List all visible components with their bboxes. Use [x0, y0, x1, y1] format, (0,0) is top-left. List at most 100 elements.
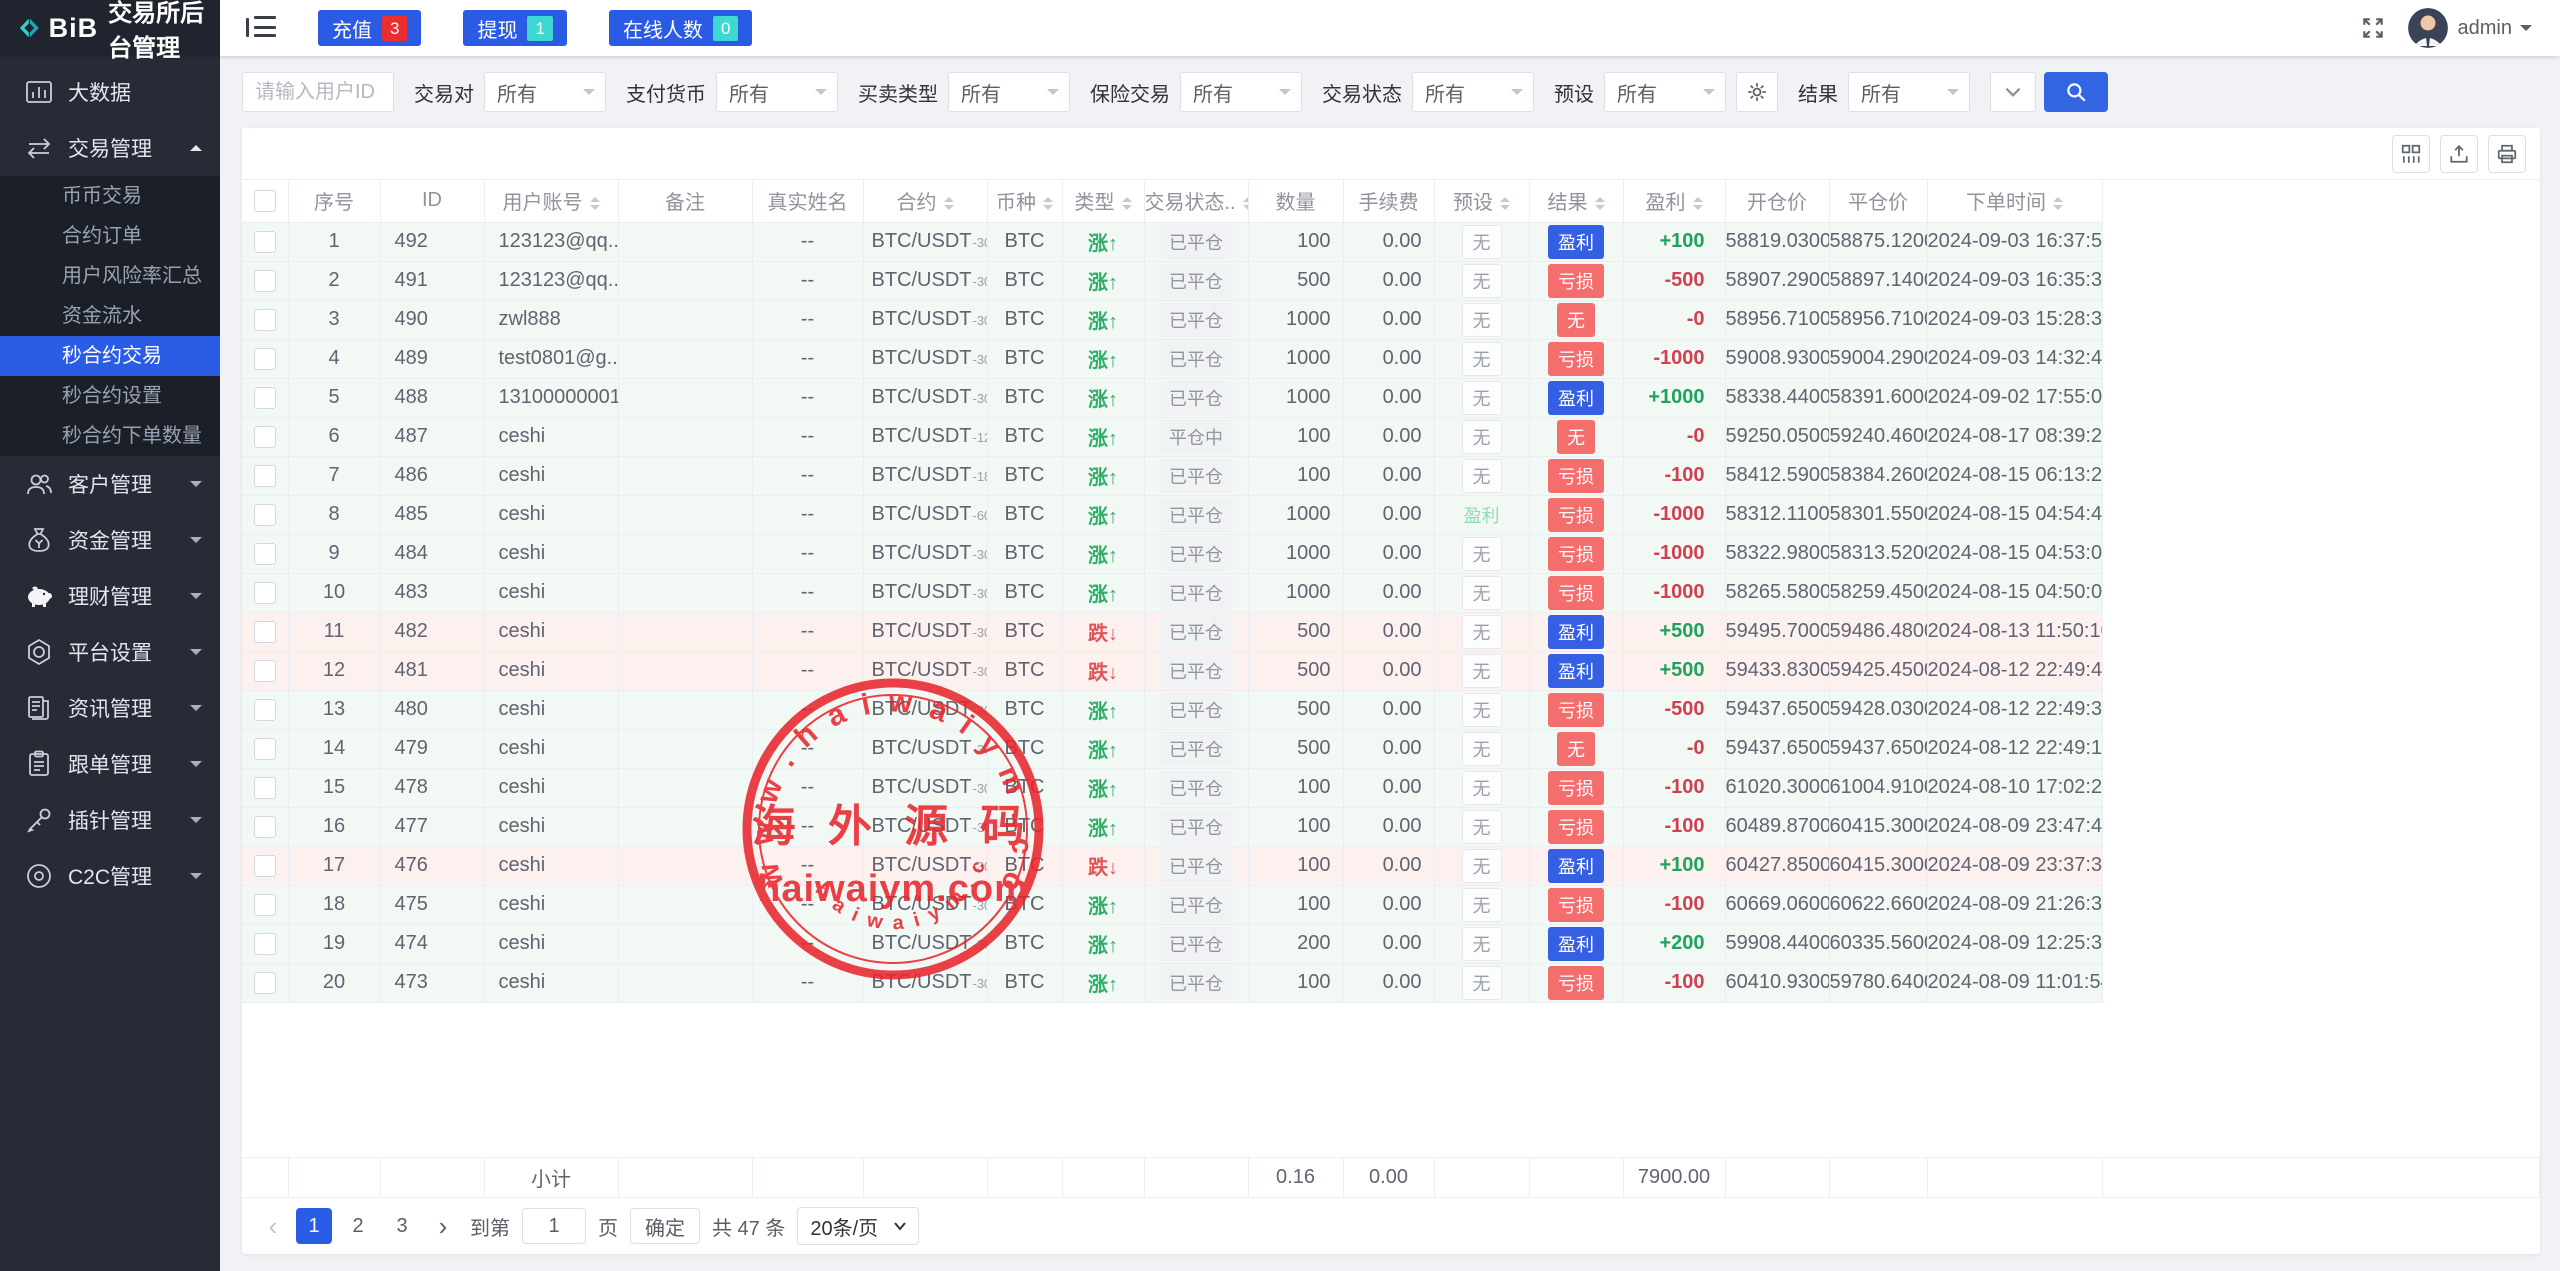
sidebar-item-news-management[interactable]: 资讯管理 — [0, 680, 220, 736]
goto-confirm-button[interactable]: 确定 — [630, 1208, 700, 1244]
page-button-2[interactable]: 2 — [340, 1208, 376, 1244]
row-checkbox[interactable] — [254, 231, 276, 253]
sidebar-item-c2c-management[interactable]: C2C管理 — [0, 848, 220, 904]
column-header-result[interactable]: 结果 — [1529, 180, 1623, 222]
row-checkbox[interactable] — [254, 855, 276, 877]
row-checkbox[interactable] — [254, 309, 276, 331]
sidebar-item-wealth-management[interactable]: 理财管理 — [0, 568, 220, 624]
row-checkbox[interactable] — [254, 582, 276, 604]
sidebar-item-contract-orders[interactable]: 合约订单 — [0, 216, 220, 256]
column-header-type[interactable]: 类型 — [1062, 180, 1144, 222]
sidebar-item-fund-flow[interactable]: 资金流水 — [0, 296, 220, 336]
sidebar-item-customer-management[interactable]: 客户管理 — [0, 456, 220, 512]
cell-amount: 500 — [1248, 690, 1343, 729]
export-button[interactable] — [2440, 135, 2478, 173]
fullscreen-icon[interactable] — [2360, 15, 2386, 41]
buy-sell-type-select[interactable]: 所有 — [948, 72, 1070, 112]
withdraw-button[interactable]: 提现 1 — [463, 10, 566, 46]
prev-page-icon[interactable]: ‹ — [258, 1211, 288, 1242]
row-checkbox[interactable] — [254, 699, 276, 721]
trade-status-select[interactable]: 所有 — [1412, 72, 1534, 112]
export-icon — [2448, 143, 2470, 165]
column-header-preset[interactable]: 预设 — [1434, 180, 1529, 222]
result-select[interactable]: 所有 — [1848, 72, 1970, 112]
print-button[interactable] — [2488, 135, 2526, 173]
sidebar-item-user-risk-summary[interactable]: 用户风险率汇总 — [0, 256, 220, 296]
sidebar-item-coin-trade[interactable]: 币币交易 — [0, 176, 220, 216]
row-checkbox[interactable] — [254, 270, 276, 292]
row-checkbox[interactable] — [254, 660, 276, 682]
cell-type: 涨↑ — [1062, 924, 1144, 963]
sort-carets-icon[interactable] — [1243, 197, 1248, 210]
page-button-3[interactable]: 3 — [384, 1208, 420, 1244]
sidebar-item-second-contract-settings[interactable]: 秒合约设置 — [0, 376, 220, 416]
row-checkbox[interactable] — [254, 504, 276, 526]
sidebar-item-platform-settings[interactable]: 平台设置 — [0, 624, 220, 680]
user-id-input[interactable] — [242, 72, 394, 112]
sort-carets-icon[interactable] — [1595, 197, 1605, 210]
cell-type: 涨↑ — [1062, 456, 1144, 495]
expand-filters-button[interactable] — [1990, 72, 2036, 112]
row-checkbox[interactable] — [254, 816, 276, 838]
row-checkbox[interactable] — [254, 621, 276, 643]
select-all-checkbox[interactable] — [254, 190, 276, 212]
page-size-select[interactable]: 20条/页 — [797, 1207, 919, 1245]
cell-account: zwl888 — [484, 300, 618, 339]
cell-coin: BTC — [987, 768, 1062, 807]
sort-carets-icon[interactable] — [2053, 197, 2063, 210]
news-icon — [24, 693, 54, 723]
column-header-account[interactable]: 用户账号 — [484, 180, 618, 222]
sort-carets-icon[interactable] — [944, 197, 954, 210]
preset-select[interactable]: 所有 — [1604, 72, 1726, 112]
sidebar-item-fund-management[interactable]: 资金管理 — [0, 512, 220, 568]
user-menu-caret-icon[interactable] — [2520, 25, 2532, 37]
column-header-profit[interactable]: 盈利 — [1623, 180, 1725, 222]
sidebar-item-big-data[interactable]: 大数据 — [0, 64, 220, 120]
cell-note — [618, 768, 752, 807]
cell-amount: 100 — [1248, 222, 1343, 261]
cell-time: 2024-08-09 11:01:54 — [1927, 963, 2102, 1002]
column-header-status[interactable]: 交易状态.. — [1144, 180, 1248, 222]
online-users-button[interactable]: 在线人数 0 — [609, 10, 752, 46]
pay-currency-select[interactable]: 所有 — [716, 72, 838, 112]
sidebar-item-second-contract-order-qty[interactable]: 秒合约下单数量 — [0, 416, 220, 456]
row-checkbox[interactable] — [254, 738, 276, 760]
sort-carets-icon[interactable] — [1122, 197, 1132, 210]
row-checkbox[interactable] — [254, 543, 276, 565]
recharge-button[interactable]: 充值 3 — [318, 10, 421, 46]
column-header-time[interactable]: 下单时间 — [1927, 180, 2102, 222]
row-checkbox[interactable] — [254, 426, 276, 448]
row-checkbox[interactable] — [254, 933, 276, 955]
sidebar-item-copy-trade-management[interactable]: 跟单管理 — [0, 736, 220, 792]
admin-username[interactable]: admin — [2458, 17, 2512, 40]
table-row: 10483ceshi--BTC/USDT-30SBTC涨↑已平仓10000.00… — [242, 573, 2102, 612]
trade-pair-select[interactable]: 所有 — [484, 72, 606, 112]
avatar[interactable] — [2408, 8, 2448, 48]
next-page-icon[interactable]: › — [428, 1211, 458, 1242]
page-button-1[interactable]: 1 — [296, 1208, 332, 1244]
row-checkbox[interactable] — [254, 348, 276, 370]
search-button[interactable] — [2044, 72, 2108, 112]
collapse-sidebar-icon[interactable] — [246, 16, 276, 40]
columns-grid-button[interactable] — [2392, 135, 2430, 173]
sort-carets-icon[interactable] — [1043, 197, 1053, 210]
preset-gear-button[interactable] — [1736, 72, 1778, 112]
sidebar-item-trade-management[interactable]: 交易管理 — [0, 120, 220, 176]
insurance-trade-select[interactable]: 所有 — [1180, 72, 1302, 112]
cell-preset: 无 — [1434, 300, 1529, 339]
goto-page-input[interactable] — [522, 1208, 586, 1244]
cell-preset: 无 — [1434, 768, 1529, 807]
table-row: 9484ceshi--BTC/USDT-30SBTC涨↑已平仓10000.00无… — [242, 534, 2102, 573]
sidebar-item-pin-management[interactable]: 插针管理 — [0, 792, 220, 848]
sort-carets-icon[interactable] — [1693, 197, 1703, 210]
sidebar-item-second-contract-trade[interactable]: 秒合约交易 — [0, 336, 220, 376]
row-checkbox[interactable] — [254, 387, 276, 409]
sort-carets-icon[interactable] — [590, 197, 600, 210]
column-header-coin[interactable]: 币种 — [987, 180, 1062, 222]
row-checkbox[interactable] — [254, 894, 276, 916]
sort-carets-icon[interactable] — [1500, 197, 1510, 210]
row-checkbox[interactable] — [254, 465, 276, 487]
row-checkbox[interactable] — [254, 972, 276, 994]
column-header-contract[interactable]: 合约 — [863, 180, 987, 222]
row-checkbox[interactable] — [254, 777, 276, 799]
